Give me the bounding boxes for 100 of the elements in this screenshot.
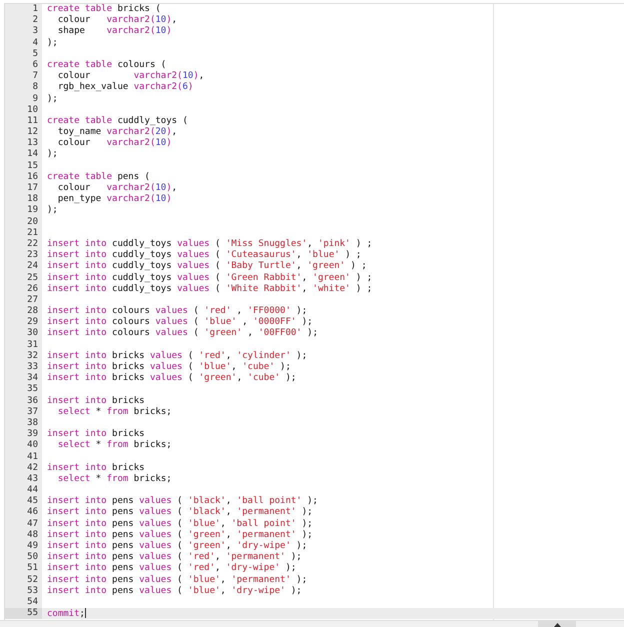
code-line: colour varchar2(10), [56,183,178,194]
line-number: 49 [5,541,42,552]
line-number: 24 [5,261,42,272]
line-number: 37 [5,406,42,418]
code-line: colour varchar2(10), [56,15,178,26]
line-number: 12 [5,127,42,138]
line-number: 44 [5,485,42,496]
line-number: 2 [5,15,42,26]
line-number: 29 [5,317,42,328]
line-number: 34 [5,373,42,384]
line-number: 36 [5,396,42,407]
code-line: insert into cuddly_toys values ( 'Miss Snuggles', 'pink' ) ; [46,238,374,250]
line-number: 52 [5,574,42,586]
code-line: insert into cuddly_toys values ( 'White Rabbit', 'white' ) ; [46,284,374,295]
code-line: insert into colours values ( 'green' , '00FF00' ); [46,328,319,340]
line-number: 47 [5,518,42,530]
code-line: create table colours ( [46,60,168,71]
line-number: 21 [5,228,42,239]
code-line: insert into bricks values ( 'green', 'cube' ); [46,373,298,384]
line-number: 43 [5,474,42,486]
line-number: 28 [5,306,42,318]
line-number: 23 [5,250,42,262]
code-line: insert into pens values ( 'red', 'dry-wipe' ); [46,563,298,575]
line-number: 25 [5,272,42,284]
line-number: 13 [5,138,42,150]
line-number: 54 [5,596,42,608]
code-line: insert into bricks [46,429,146,440]
line-number: 27 [5,294,42,306]
code-line: insert into pens values ( 'black', 'ball point' ); [46,496,319,507]
line-number: 6 [5,60,42,72]
code-line: insert into pens values ( 'green', 'dry-wipe' ); [46,541,308,552]
line-number: 20 [5,216,42,228]
code-line: pen_type varchar2(10) [56,194,173,206]
line-number: 50 [5,552,42,564]
code-line: insert into colours values ( 'red' , 'FF0000' ); [46,306,308,317]
code-line: create table cuddly_toys ( [46,116,189,127]
line-number: 17 [5,183,42,194]
line-number: 8 [5,82,42,94]
line-number: 19 [5,205,42,217]
code-line: insert into colours values ( 'blue' , '0000FF' ); [46,317,314,328]
code-line: create table bricks ( [46,4,162,15]
code-line: insert into pens values ( 'blue', 'permanent' ); [46,574,308,586]
line-number: 10 [5,104,42,116]
code-line: insert into cuddly_toys values ( 'Cuteasaurus', 'blue' ) ; [46,250,362,261]
code-line: shape varchar2(10) [56,26,173,38]
line-number: 3 [5,26,42,38]
line-number: 55 [5,608,42,620]
line-number: 45 [5,496,42,508]
scroll-button[interactable] [538,621,576,627]
line-number: 31 [5,340,42,351]
code-line: insert into pens values ( 'blue', 'ball point' ); [46,518,314,530]
code-line: insert into cuddly_toys values ( 'Green Rabbit', 'green' ) ; [46,272,374,284]
line-number: 16 [5,172,42,183]
line-number: 35 [5,384,42,396]
line-number: 1 [5,4,42,16]
code-line: insert into bricks [46,462,146,474]
line-number: 38 [5,418,42,430]
code-line: select * from bricks; [56,406,173,418]
code-line: insert into bricks values ( 'blue', 'cube' ); [46,362,292,373]
code-line: insert into bricks [46,396,146,407]
line-number: 11 [5,116,42,128]
code-line: colour varchar2(10) [56,138,173,150]
line-number: 18 [5,194,42,206]
line-number: 32 [5,350,42,362]
line-number: 48 [5,530,42,541]
line-number: 39 [5,429,42,440]
code-line: insert into pens values ( 'green', 'permanent' ); [46,530,314,541]
line-number: 41 [5,452,42,463]
code-line: insert into cuddly_toys values ( 'Baby Turtle', 'green' ) ; [46,261,368,272]
line-number: 15 [5,160,42,172]
code-line: ); [46,38,59,49]
code-line: rgb_hex_value varchar2(6) [56,82,194,94]
code-line: create table pens ( [46,172,151,183]
line-number: 5 [5,48,42,60]
code-line: insert into pens values ( 'black', 'permanent' ); [46,507,314,519]
code-line: insert into pens values ( 'red', 'permanent' ); [46,552,303,563]
code-line: ); [46,205,59,217]
line-number: 7 [5,71,42,82]
line-number: 4 [5,38,42,49]
line-number: 33 [5,362,42,374]
line-number: 30 [5,328,42,340]
code-line: select * from bricks; [56,474,173,486]
code-line: ); [46,149,59,161]
line-number: 53 [5,586,42,597]
line-number: 46 [5,507,42,519]
line-number: 14 [5,149,42,161]
code-line: toy_name varchar2(20), [56,127,178,138]
caret-up-icon [554,622,560,626]
line-number: 22 [5,238,42,250]
code-line: select * from bricks; [56,440,173,452]
line-number: 42 [5,462,42,474]
line-number: 51 [5,563,42,575]
line-number: 9 [5,94,42,105]
code-editor[interactable] [4,3,624,620]
code-line: colour varchar2(10), [56,71,206,82]
code-line: insert into bricks values ( 'red', 'cylinder' ); [46,350,308,362]
code-line: insert into pens values ( 'blue', 'dry-wipe' ); [46,586,303,597]
line-number: 40 [5,440,42,452]
code-line: ); [46,94,59,105]
line-number: 26 [5,284,42,295]
